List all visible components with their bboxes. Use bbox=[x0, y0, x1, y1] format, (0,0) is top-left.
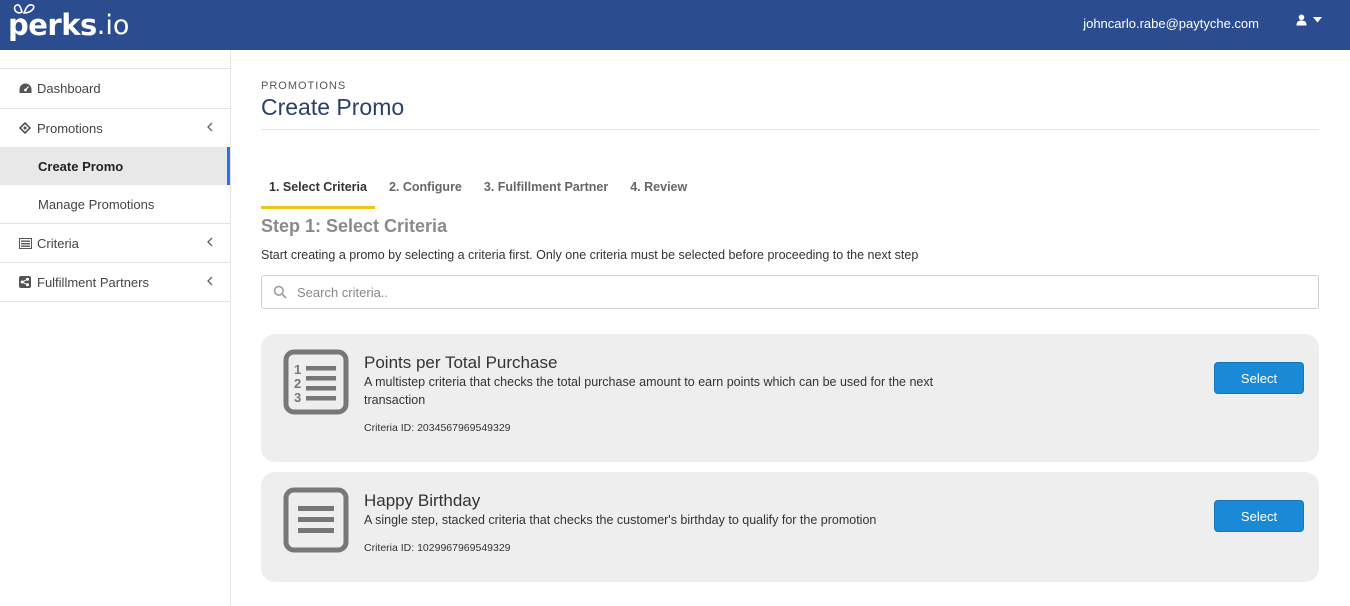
wizard-tabs: 1. Select Criteria 2. Configure 3. Fulfi… bbox=[261, 174, 701, 209]
numbered-list-icon: 1 2 3 bbox=[283, 349, 349, 415]
sidebar-item-promotions[interactable]: Promotions bbox=[0, 108, 230, 147]
sidebar-item-create-promo[interactable]: Create Promo bbox=[0, 147, 230, 185]
user-menu-toggle[interactable] bbox=[1296, 14, 1322, 26]
sidebar-item-manage-promotions[interactable]: Manage Promotions bbox=[0, 185, 230, 223]
criteria-description: A single step, stacked criteria that che… bbox=[364, 513, 877, 527]
sidebar-item-criteria[interactable]: Criteria bbox=[0, 223, 230, 262]
tab-review[interactable]: 4. Review bbox=[622, 174, 695, 209]
select-button[interactable]: Select bbox=[1214, 500, 1304, 532]
perks-logo[interactable]: perks .io bbox=[8, 4, 129, 46]
chevron-left-icon bbox=[207, 276, 213, 286]
sidebar-item-dashboard[interactable]: Dashboard bbox=[0, 69, 230, 108]
stacked-list-icon bbox=[283, 487, 349, 553]
criteria-title: Happy Birthday bbox=[364, 491, 481, 510]
search-input[interactable] bbox=[297, 284, 1277, 300]
ticket-icon bbox=[18, 122, 32, 134]
sidebar-item-label: Dashboard bbox=[37, 81, 101, 96]
sidebar-item-fulfillment-partners[interactable]: Fulfillment Partners bbox=[0, 262, 230, 301]
sidebar: Dashboard Promotions Create Promo Manage… bbox=[0, 50, 231, 606]
criteria-card: 1 2 3 Points per Total Purchase A multis… bbox=[261, 334, 1319, 462]
logo-suffix-text: .io bbox=[96, 9, 130, 41]
user-email: johncarlo.rabe@paytyche.com bbox=[1083, 16, 1259, 31]
sidebar-item-label: Fulfillment Partners bbox=[37, 274, 149, 290]
tab-select-criteria[interactable]: 1. Select Criteria bbox=[261, 174, 375, 209]
criteria-id: Criteria ID: 2034567969549329 bbox=[364, 422, 511, 434]
svg-text:1: 1 bbox=[294, 362, 301, 377]
chevron-left-icon bbox=[207, 122, 213, 132]
step-description: Start creating a promo by selecting a cr… bbox=[261, 248, 919, 262]
select-button[interactable]: Select bbox=[1214, 362, 1304, 394]
tab-configure[interactable]: 2. Configure bbox=[381, 174, 470, 209]
svg-text:2: 2 bbox=[294, 376, 301, 391]
logo-main-text: perks bbox=[8, 7, 97, 42]
criteria-id: Criteria ID: 1029967969549329 bbox=[364, 542, 511, 554]
svg-text:3: 3 bbox=[294, 390, 301, 405]
breadcrumb: PROMOTIONS bbox=[261, 80, 347, 92]
sidebar-item-label: Criteria bbox=[37, 235, 79, 251]
gift-bow-icon bbox=[13, 4, 35, 14]
chevron-left-icon bbox=[207, 237, 213, 247]
criteria-list-icon bbox=[18, 237, 32, 249]
criteria-description: A multistep criteria that checks the tot… bbox=[364, 375, 934, 407]
step-title: Step 1: Select Criteria bbox=[261, 216, 448, 236]
caret-down-icon bbox=[1313, 17, 1322, 23]
criteria-title: Points per Total Purchase bbox=[364, 353, 558, 372]
dashboard-icon bbox=[18, 83, 32, 95]
criteria-search bbox=[261, 275, 1319, 309]
title-divider bbox=[261, 129, 1319, 130]
sidebar-item-label: Promotions bbox=[37, 120, 103, 136]
user-icon bbox=[1296, 14, 1307, 26]
tab-fulfillment-partner[interactable]: 3. Fulfillment Partner bbox=[476, 174, 616, 209]
search-icon bbox=[273, 285, 287, 299]
top-navbar: perks .io johncarlo.rabe@paytyche.com bbox=[0, 0, 1350, 50]
page-title: Create Promo bbox=[261, 94, 405, 120]
criteria-card: Happy Birthday A single step, stacked cr… bbox=[261, 472, 1319, 582]
sidebar-menu: Dashboard Promotions Create Promo Manage… bbox=[0, 68, 230, 302]
share-square-icon bbox=[18, 276, 32, 288]
